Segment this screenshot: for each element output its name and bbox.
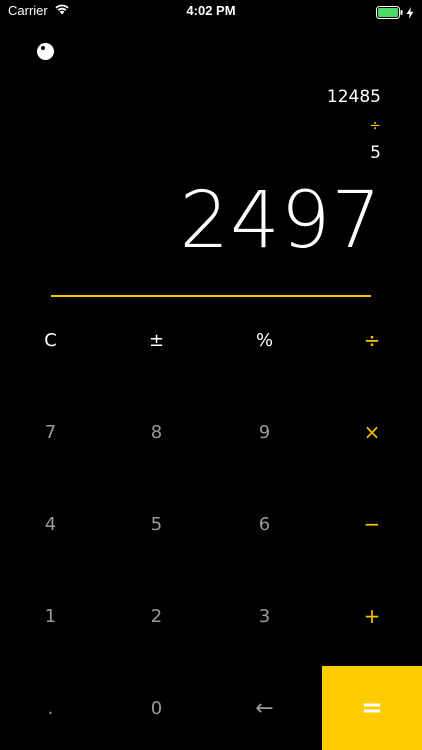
multiply-button[interactable]: ×: [322, 386, 422, 478]
digit-4-button[interactable]: 4: [0, 478, 101, 570]
subtract-button[interactable]: −: [322, 478, 422, 570]
digit-5-button[interactable]: 5: [106, 478, 207, 570]
equals-button[interactable]: =: [322, 666, 422, 750]
status-time: 4:02 PM: [186, 3, 236, 18]
battery-icon: [376, 4, 403, 23]
charging-bolt-icon: [406, 4, 414, 23]
divide-button[interactable]: ÷: [322, 294, 422, 386]
history-operand1: 12485: [326, 87, 381, 107]
keypad: C ± % ÷ 7 8 9 × 4 5 6 − 1 2 3 + . 0 ← =: [0, 294, 422, 750]
result-display: 2497: [179, 176, 382, 266]
clear-button[interactable]: C: [0, 294, 101, 386]
status-right: [376, 4, 414, 23]
digit-1-button[interactable]: 1: [0, 570, 101, 662]
digit-8-button[interactable]: 8: [106, 386, 207, 478]
digit-0-button[interactable]: 0: [106, 666, 207, 750]
plus-minus-button[interactable]: ±: [106, 294, 207, 386]
digit-6-button[interactable]: 6: [214, 478, 315, 570]
history-operator: ÷: [369, 118, 381, 134]
status-bar: Carrier 4:02 PM: [0, 0, 422, 22]
theme-toggle-button[interactable]: [37, 43, 54, 60]
digit-7-button[interactable]: 7: [0, 386, 101, 478]
percent-button[interactable]: %: [214, 294, 315, 386]
add-button[interactable]: +: [322, 570, 422, 662]
digit-2-button[interactable]: 2: [106, 570, 207, 662]
digit-3-button[interactable]: 3: [214, 570, 315, 662]
digit-9-button[interactable]: 9: [214, 386, 315, 478]
history-operand2: 5: [370, 143, 381, 163]
backspace-button[interactable]: ←: [214, 666, 315, 750]
decimal-button[interactable]: .: [0, 666, 101, 750]
